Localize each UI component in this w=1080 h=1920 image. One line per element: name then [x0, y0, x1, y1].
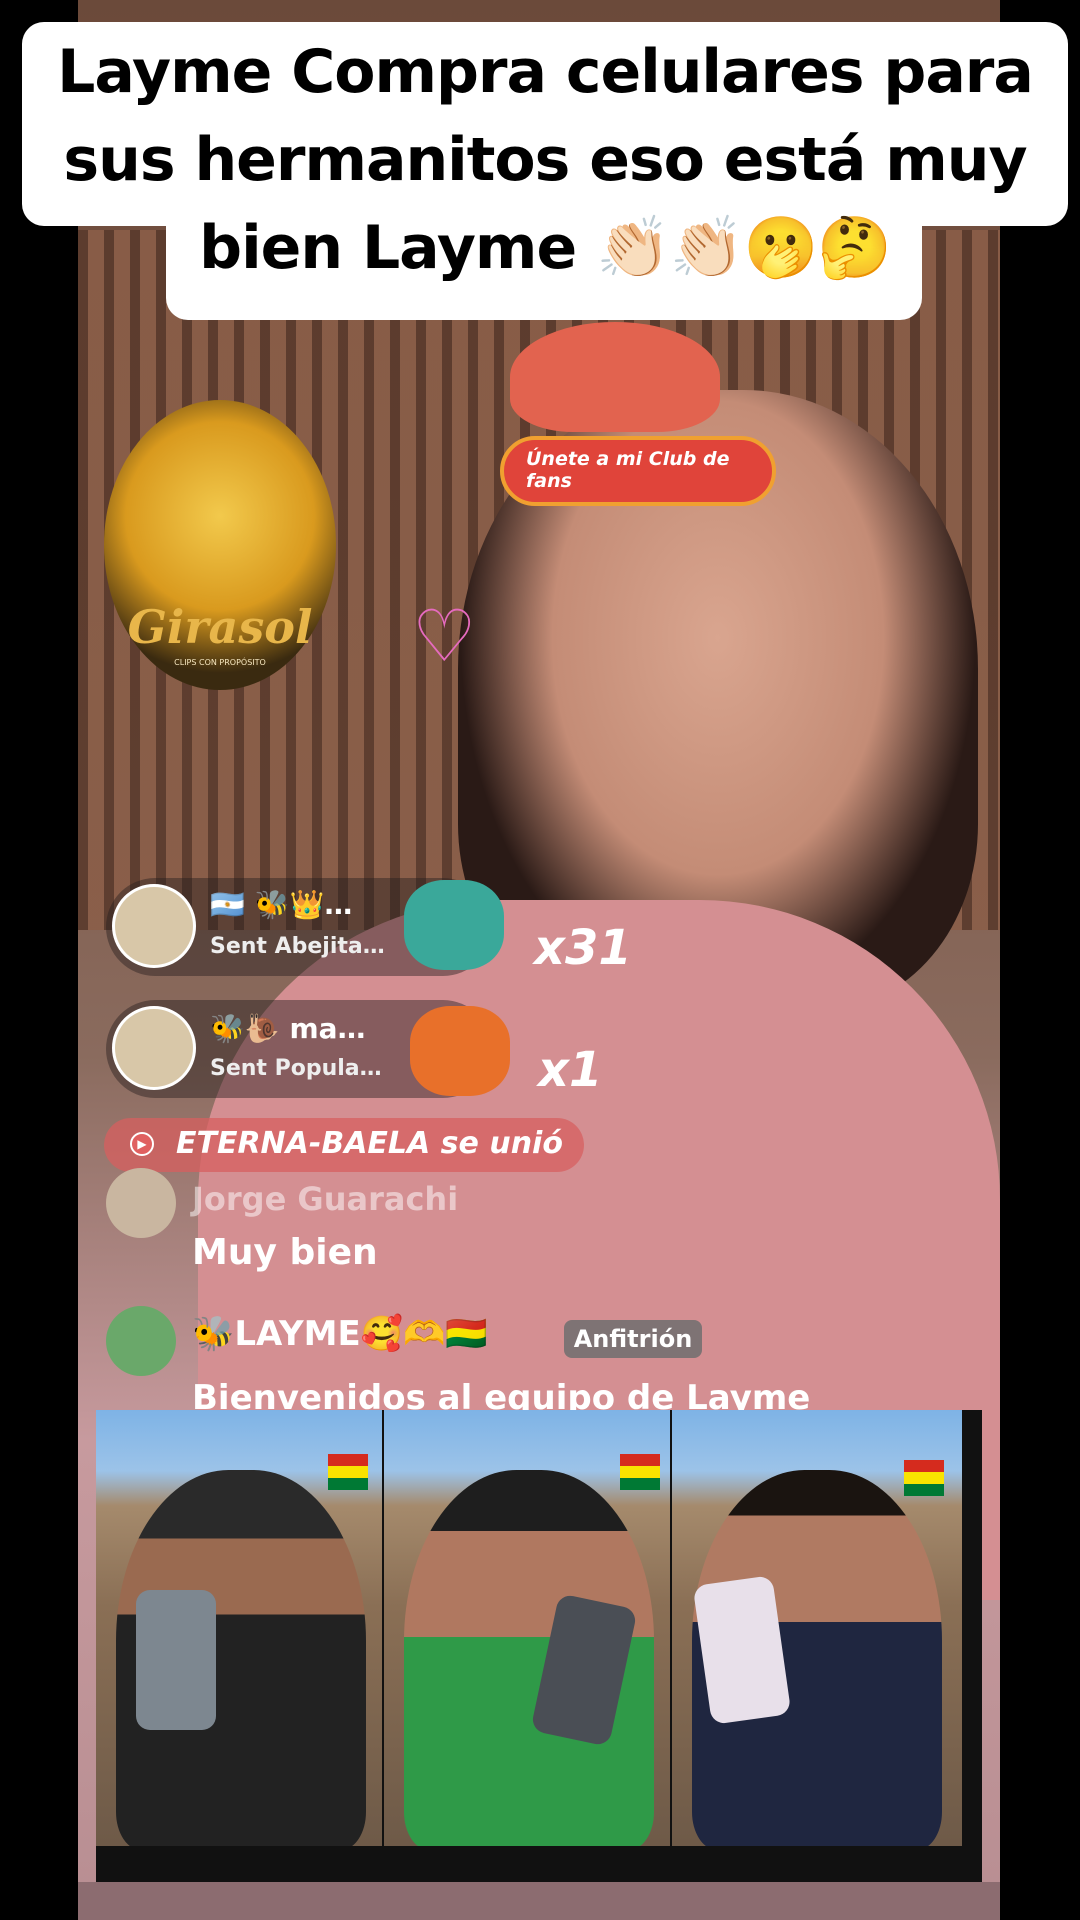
gift-sender-name: 🇦🇷 🐝👑… [210, 888, 353, 921]
bolivia-flag-icon [620, 1454, 660, 1490]
girasol-logo: Girasol CLIPS CON PROPÓSITO [104, 400, 336, 690]
comment-text: Muy bien [192, 1232, 378, 1273]
logo-tagline: CLIPS CON PROPÓSITO [174, 658, 266, 667]
collage-panel [672, 1410, 962, 1846]
tv-icon: ▶ [130, 1132, 154, 1156]
popular-gift-icon [410, 1006, 510, 1096]
bolivia-flag-icon [328, 1454, 368, 1490]
caption-line: Layme Compra celulares para [57, 37, 1034, 107]
phone [136, 1590, 216, 1730]
avatar[interactable] [112, 884, 196, 968]
bee-gift-icon [404, 880, 504, 970]
avatar[interactable] [112, 1006, 196, 1090]
caption-line: bien Layme 👏🏻👏🏻🫢🤔 [199, 213, 892, 283]
caption-line: sus hermanitos eso está muy [63, 125, 1027, 195]
comment-username[interactable]: 🐝LAYME🥰🫶🇧🇴 [192, 1314, 488, 1354]
fan-club-mascot-icon [510, 322, 720, 432]
heart-icon[interactable]: ♡ [412, 600, 477, 672]
avatar[interactable] [106, 1168, 176, 1238]
photo-collage [96, 1410, 982, 1882]
gift-combo-count: x1 [538, 1042, 603, 1098]
collage-panel [384, 1410, 670, 1846]
logo-name: Girasol [127, 600, 313, 654]
avatar[interactable] [106, 1306, 176, 1376]
gift-sent-label: Sent Popula… [210, 1056, 382, 1081]
gift-sender-name: 🐝🐌 ma… [210, 1012, 366, 1045]
host-badge: Anfitrión [564, 1320, 702, 1358]
comment-username[interactable]: Jorge Guarachi [192, 1180, 458, 1218]
collage-panel [96, 1410, 382, 1846]
video-caption: Layme Compra celulares para sus hermanit… [22, 28, 1068, 292]
join-text: ETERNA-BAELA se unió [176, 1126, 563, 1161]
gift-combo-count: x31 [534, 920, 632, 976]
bolivia-flag-icon [904, 1460, 944, 1496]
video-bottom-strip [78, 1882, 1000, 1920]
gift-sent-label: Sent Abejita… [210, 934, 385, 959]
fan-club-button[interactable]: Únete a mi Club de fans [500, 436, 776, 506]
